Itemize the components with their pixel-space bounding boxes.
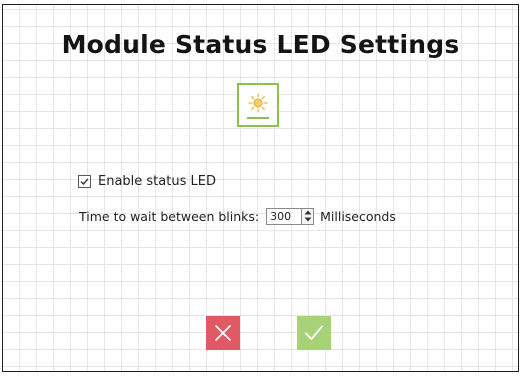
enable-led-row[interactable]: Enable status LED [78, 171, 216, 191]
led-brightness-icon [237, 83, 279, 127]
chevron-down-icon [304, 217, 312, 222]
enable-led-checkbox[interactable] [78, 174, 91, 188]
units-label: Milliseconds [320, 208, 396, 224]
close-icon [215, 325, 231, 341]
blink-interval-label: Time to wait between blinks: [79, 208, 260, 224]
dialog-title: Module Status LED Settings [61, 30, 460, 59]
ok-button[interactable] [297, 316, 331, 350]
stepper-up-button[interactable] [302, 209, 313, 217]
chevron-up-icon [304, 210, 312, 215]
cancel-button[interactable] [206, 316, 240, 350]
enable-led-label: Enable status LED [98, 173, 216, 189]
stepper-arrows[interactable] [302, 207, 315, 225]
stepper-down-button[interactable] [302, 216, 313, 224]
blink-interval-input[interactable] [266, 207, 303, 225]
checkmark-icon [305, 325, 323, 340]
blink-interval-row: Time to wait between blinks: Millisecond… [79, 205, 396, 227]
checkmark-icon [80, 177, 89, 185]
led-settings-dialog: Module Status LED Settings Enable status… [2, 4, 519, 372]
blink-interval-stepper[interactable] [266, 207, 315, 225]
